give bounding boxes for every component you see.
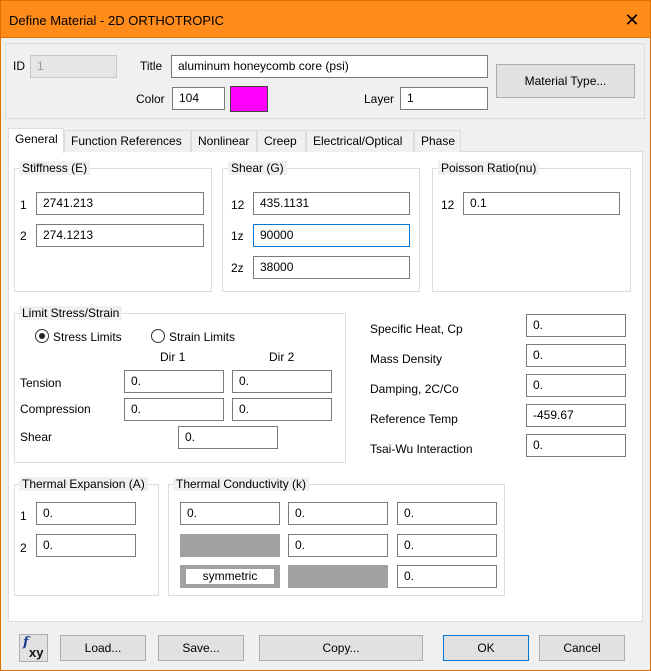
poisson-group [432,168,631,292]
tab-function-references[interactable]: Function References [64,130,191,152]
thermal-expansion-label-2: 2 [20,541,27,555]
limit-title: Limit Stress/Strain [19,306,123,320]
shear-label-2z: 2z [231,261,244,275]
tsai-wu-label: Tsai-Wu Interaction [370,442,473,456]
tension-dir1-field[interactable]: 0. [124,370,224,393]
fxy-icon: f [23,635,29,650]
thermal-conductivity-title: Thermal Conductivity (k) [173,477,310,491]
compression-dir1-field[interactable]: 0. [124,398,224,421]
color-label: Color [136,92,165,106]
reference-temp-label: Reference Temp [370,412,458,426]
mass-density-label: Mass Density [370,352,443,366]
damping-field[interactable]: 0. [526,374,626,397]
strain-limits-radio[interactable] [151,329,165,343]
title-bar: Define Material - 2D ORTHOTROPIC ✕ [0,0,651,38]
shear-label-1z: 1z [231,229,244,243]
material-type-button[interactable]: Material Type... [496,64,635,98]
reference-temp-field[interactable]: -459.67 [526,404,626,427]
shear-title: Shear (G) [228,161,287,175]
title-label: Title [140,59,163,73]
tab-creep[interactable]: Creep [257,130,306,152]
tension-label: Tension [20,376,62,390]
shear-limit-field[interactable]: 0. [178,426,278,449]
k33-field[interactable]: 0. [397,565,497,588]
ok-button[interactable]: OK [443,635,529,661]
dir1-header: Dir 1 [160,350,186,364]
thermal-expansion-title: Thermal Expansion (A) [19,477,148,491]
thermal-expansion-a1-field[interactable]: 0. [36,502,136,525]
k22-field[interactable]: 0. [288,534,388,557]
damping-label: Damping, 2C/Co [370,382,459,396]
shear-label-12: 12 [231,198,245,212]
close-icon[interactable]: ✕ [619,7,645,33]
tab-general[interactable]: General [8,128,64,153]
load-button[interactable]: Load... [60,635,146,661]
title-field[interactable]: aluminum honeycomb core (psi) [171,55,488,78]
dir2-header: Dir 2 [269,350,295,364]
shear-g2z-field[interactable]: 38000 [253,256,410,279]
poisson-nu12-field[interactable]: 0.1 [463,192,620,215]
k32-disabled-cell [288,565,388,588]
color-field[interactable]: 104 [172,87,225,110]
cancel-button[interactable]: Cancel [539,635,625,661]
fxy-subscript: xy [29,645,44,660]
strain-limits-label[interactable]: Strain Limits [169,330,235,344]
stress-limits-radio[interactable] [35,329,49,343]
k23-field[interactable]: 0. [397,534,497,557]
stiffness-label-2: 2 [20,229,27,243]
stiffness-label-1: 1 [20,198,27,212]
stiffness-title: Stiffness (E) [19,161,91,175]
k11-field[interactable]: 0. [180,502,280,525]
color-swatch-button[interactable] [230,86,268,112]
id-label: ID [13,59,25,73]
stiffness-e2-field[interactable]: 274.1213 [36,224,204,247]
compression-label: Compression [20,402,91,416]
tab-nonlinear[interactable]: Nonlinear [191,130,257,152]
tsai-wu-field[interactable]: 0. [526,434,626,457]
specific-heat-field[interactable]: 0. [526,314,626,337]
window-title: Define Material - 2D ORTHOTROPIC [9,13,225,28]
save-button[interactable]: Save... [158,635,244,661]
k21-disabled-cell [180,534,280,557]
id-field: 1 [30,55,117,78]
poisson-label-12: 12 [441,198,455,212]
k12-field[interactable]: 0. [288,502,388,525]
stiffness-e1-field[interactable]: 2741.213 [36,192,204,215]
tab-strip: General Function References Nonlinear Cr… [8,128,648,153]
function-fxy-button[interactable]: f xy [19,634,48,662]
poisson-title: Poisson Ratio(nu) [438,161,540,175]
specific-heat-label: Specific Heat, Cp [370,322,463,336]
stress-limits-label[interactable]: Stress Limits [53,330,122,344]
shear-limit-label: Shear [20,430,53,444]
layer-field[interactable]: 1 [400,87,488,110]
symmetric-label: symmetric [186,569,274,584]
tab-phase[interactable]: Phase [414,130,461,152]
copy-button[interactable]: Copy... [259,635,423,661]
thermal-expansion-label-1: 1 [20,509,27,523]
compression-dir2-field[interactable]: 0. [232,398,332,421]
shear-g12-field[interactable]: 435.1131 [253,192,410,215]
tension-dir2-field[interactable]: 0. [232,370,332,393]
layer-label: Layer [364,92,395,106]
shear-g1z-field[interactable]: 90000 [253,224,410,247]
tab-electrical-optical[interactable]: Electrical/Optical [306,130,414,152]
k13-field[interactable]: 0. [397,502,497,525]
mass-density-field[interactable]: 0. [526,344,626,367]
thermal-expansion-a2-field[interactable]: 0. [36,534,136,557]
